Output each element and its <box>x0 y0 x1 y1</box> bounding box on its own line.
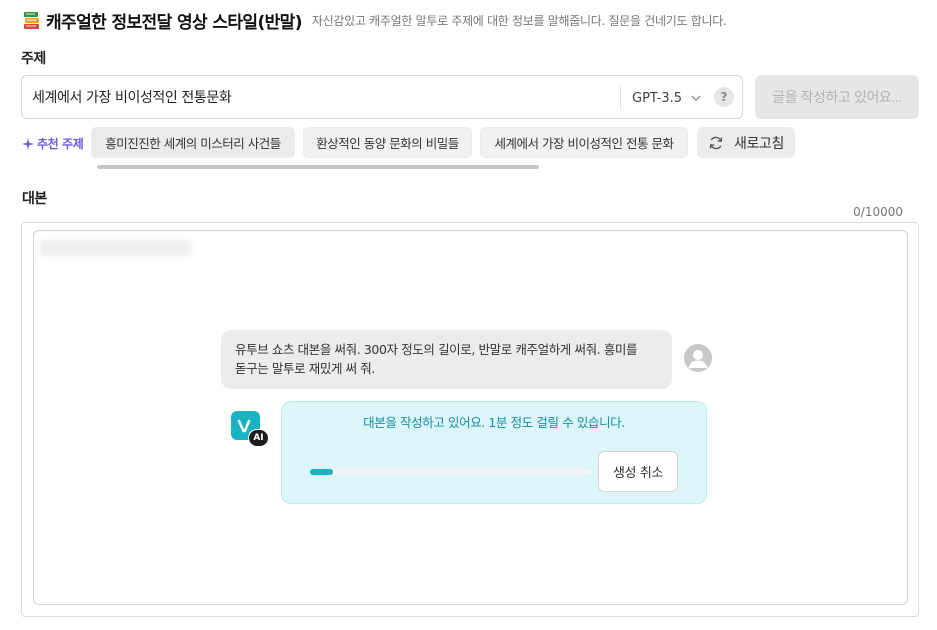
chevron-down-icon <box>690 92 702 104</box>
recommend-label: 추천 주제 <box>22 135 84 152</box>
recommend-chip[interactable]: 세계에서 가장 비이성적인 전통 문화 <box>480 127 688 158</box>
topic-field: GPT-3.5 ? <box>21 75 743 119</box>
ai-message: 대본을 작성하고 있어요. 1분 정도 걸릴 수 있습니다. 생성 취소 <box>281 401 707 504</box>
script-placeholder <box>40 240 190 256</box>
char-count: 0/10000 <box>853 205 903 219</box>
refresh-button[interactable]: 새로고침 <box>697 127 795 158</box>
chips-scrollbar[interactable] <box>97 165 539 169</box>
user-message-line: 유투브 쇼츠 대본을 써줘. 300자 정도의 길이로, 반말로 캐주얼하게 써… <box>235 342 638 357</box>
topic-input[interactable] <box>32 76 612 118</box>
user-message: 유투브 쇼츠 대본을 써줘. 300자 정도의 길이로, 반말로 캐주얼하게 써… <box>221 330 672 389</box>
page-header: 캐주얼한 정보전달 영상 스타일(반말) 자신감있고 캐주얼한 말투로 주제에 … <box>22 8 727 33</box>
recommend-chip[interactable]: 환상적인 동양 문화의 비밀들 <box>303 127 472 158</box>
recommend-chip[interactable]: 흥미진진한 세계의 미스터리 사건들 <box>91 127 295 158</box>
page-title: 캐주얼한 정보전달 영상 스타일(반말) <box>46 13 303 33</box>
generate-button[interactable]: 글을 작성하고 있어요... <box>755 75 919 119</box>
recommend-label-text: 추천 주제 <box>37 137 84 151</box>
progress-bar <box>310 469 592 475</box>
model-select-value: GPT-3.5 <box>632 90 683 106</box>
ai-badge: AI <box>248 429 269 447</box>
topic-label: 주제 <box>21 51 46 67</box>
books-icon <box>22 11 42 31</box>
refresh-icon <box>708 135 724 151</box>
divider <box>620 86 621 110</box>
ai-status-text: 대본을 작성하고 있어요. 1분 정도 걸릴 수 있습니다. <box>363 415 625 430</box>
help-icon[interactable]: ? <box>714 87 734 107</box>
refresh-label: 새로고침 <box>734 135 784 152</box>
page-subtitle: 자신감있고 캐주얼한 말투로 주제에 대한 정보를 말해줍니다. 질문을 건네기… <box>311 14 727 28</box>
user-message-line: 돋구는 말투로 재밌게 써 줘. <box>235 361 375 376</box>
sparkle-icon <box>22 137 34 150</box>
user-avatar-icon <box>684 344 712 372</box>
progress-fill <box>310 469 333 475</box>
cancel-generation-button[interactable]: 생성 취소 <box>598 451 678 492</box>
model-select[interactable]: GPT-3.5 <box>632 87 702 109</box>
script-label: 대본 <box>22 191 47 207</box>
